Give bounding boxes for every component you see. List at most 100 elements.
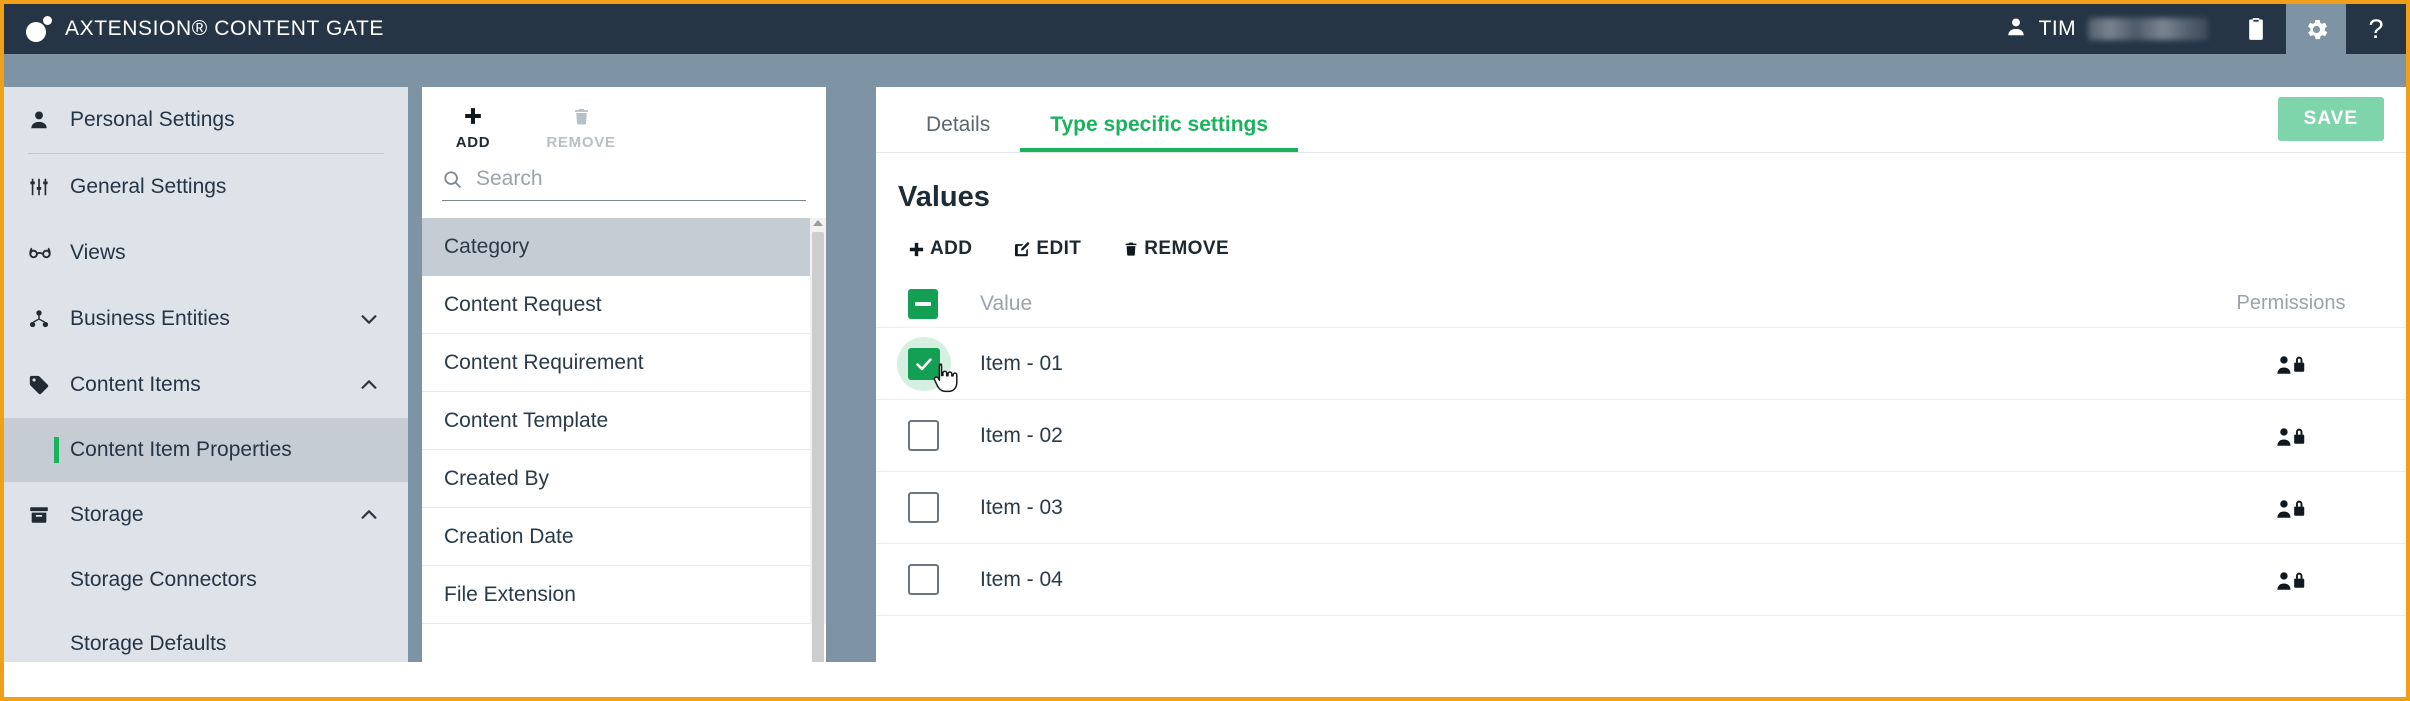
top-header-bar: AXTENSION® CONTENT GATE TIM ? [4,4,2406,54]
column-header-permissions: Permissions [2236,292,2346,314]
chevron-up-icon[interactable] [358,504,380,526]
property-list-toolbar: ADD REMOVE [422,87,826,151]
gear-icon[interactable] [2286,4,2346,54]
sidebar-item-storage-connectors[interactable]: Storage Connectors [4,548,408,612]
checkbox-unchecked-icon [908,492,939,523]
top-header-actions: TIM ? [1983,4,2406,54]
list-item-label: Created By [444,466,550,490]
user-name-redacted [2088,18,2208,40]
values-toolbar: ADD EDIT REMOVE [876,214,2406,260]
checkbox-indeterminate-icon [908,288,938,319]
sidebar-item-content-items[interactable]: Content Items [4,352,408,418]
details-panel: Details Type specific settings SAVE Valu… [876,87,2406,662]
list-item[interactable]: Content Request [422,276,826,334]
person-lock-icon[interactable] [2176,351,2406,377]
cell-value: Item - 03 [980,495,1063,519]
archive-icon [28,504,70,526]
sidebar-subitem-label: Storage Defaults [70,632,227,655]
tab-label: Type specific settings [1050,113,1269,136]
add-value-label: ADD [930,238,973,259]
tab-bar: Details Type specific settings SAVE [876,87,2406,153]
scrollbar-thumb[interactable] [812,232,824,662]
glasses-icon [28,241,70,265]
column-header-value: Value [980,291,1033,315]
remove-value-label: REMOVE [1144,238,1230,259]
search-icon [442,169,463,190]
sidebar-item-business-entities[interactable]: Business Entities [4,286,408,352]
sidebar-item-label: General Settings [70,175,227,198]
window-bottom-strip [4,662,2406,697]
table-row[interactable]: Item - 02 [876,400,2406,472]
sidebar-item-general-settings[interactable]: General Settings [4,154,408,220]
row-checkbox[interactable] [908,564,980,595]
list-item[interactable]: Creation Date [422,508,826,566]
add-value-button[interactable]: ADD [908,238,972,260]
edit-value-button[interactable]: EDIT [1014,238,1081,260]
row-checkbox[interactable] [908,492,980,523]
person-lock-icon[interactable] [2176,423,2406,449]
sidebar-item-personal-settings[interactable]: Personal Settings [4,87,408,153]
plus-icon [463,101,483,131]
person-lock-icon[interactable] [2176,567,2406,593]
remove-property-label: REMOVE [546,134,616,151]
user-name: TIM [2038,17,2076,40]
help-label: ? [2368,13,2384,44]
chevron-down-icon[interactable] [358,308,380,330]
remove-property-button[interactable]: REMOVE [546,101,615,151]
sidebar-item-content-item-properties[interactable]: Content Item Properties [4,418,408,482]
select-all-checkbox[interactable] [908,288,980,319]
trash-icon [1123,241,1139,257]
save-button[interactable]: SAVE [2277,97,2384,141]
list-item-label: Creation Date [444,524,574,548]
list-item[interactable]: Content Template [422,392,826,450]
search-field[interactable] [442,167,806,201]
sidebar-item-storage-defaults[interactable]: Storage Defaults [4,612,408,662]
property-list: Category Content Request Content Require… [422,218,826,662]
scroll-up-arrow-icon[interactable] [813,220,823,226]
add-property-label: ADD [455,134,491,151]
list-item-label: Content Requirement [444,350,644,374]
person-icon [28,109,70,131]
table-header-row: Value Permissions [876,280,2406,328]
trash-icon [572,101,591,131]
sidebar-item-label: Storage [70,503,144,526]
cell-value: Item - 04 [980,567,1063,591]
user-menu[interactable]: TIM [1983,4,2226,54]
clipboard-icon[interactable] [2226,4,2286,54]
list-item-label: Content Template [444,408,609,432]
chevron-up-icon[interactable] [358,374,380,396]
list-item[interactable]: Content Requirement [422,334,826,392]
plus-icon [908,241,925,258]
search-input[interactable] [476,167,806,191]
person-lock-icon[interactable] [2176,495,2406,521]
table-row[interactable]: Item - 01 [876,328,2406,400]
sliders-icon [28,176,70,198]
remove-value-button[interactable]: REMOVE [1123,238,1229,260]
table-row[interactable]: Item - 04 [876,544,2406,616]
list-item-label: Category [444,234,530,258]
add-property-button[interactable]: ADD [442,101,504,151]
property-list-scrollbar[interactable] [810,218,826,662]
list-item[interactable]: File Extension [422,566,826,624]
sidebar-item-label: Personal Settings [70,108,235,131]
tab-details[interactable]: Details [896,113,1020,152]
help-icon[interactable]: ? [2346,4,2406,54]
sidebar-item-label: Views [70,241,126,264]
sidebar-subitem-label: Content Item Properties [70,438,292,461]
checkbox-unchecked-icon [908,564,939,595]
table-row[interactable]: Item - 03 [876,472,2406,544]
row-checkbox[interactable] [897,336,980,392]
cell-value: Item - 01 [980,351,1063,375]
list-item[interactable]: Created By [422,450,826,508]
list-item[interactable]: Category [422,218,826,276]
tab-type-specific-settings[interactable]: Type specific settings [1020,113,1298,152]
person-icon [2005,16,2027,43]
sidebar: Personal Settings General Settings Views… [4,87,408,662]
row-checkbox[interactable] [908,420,980,451]
checkbox-checked-icon [908,347,940,380]
sidebar-item-views[interactable]: Views [4,220,408,286]
selection-accent-bar [54,437,59,463]
list-item-label: Content Request [444,292,602,316]
sidebar-item-label: Business Entities [70,307,230,330]
sidebar-item-storage[interactable]: Storage [4,482,408,548]
